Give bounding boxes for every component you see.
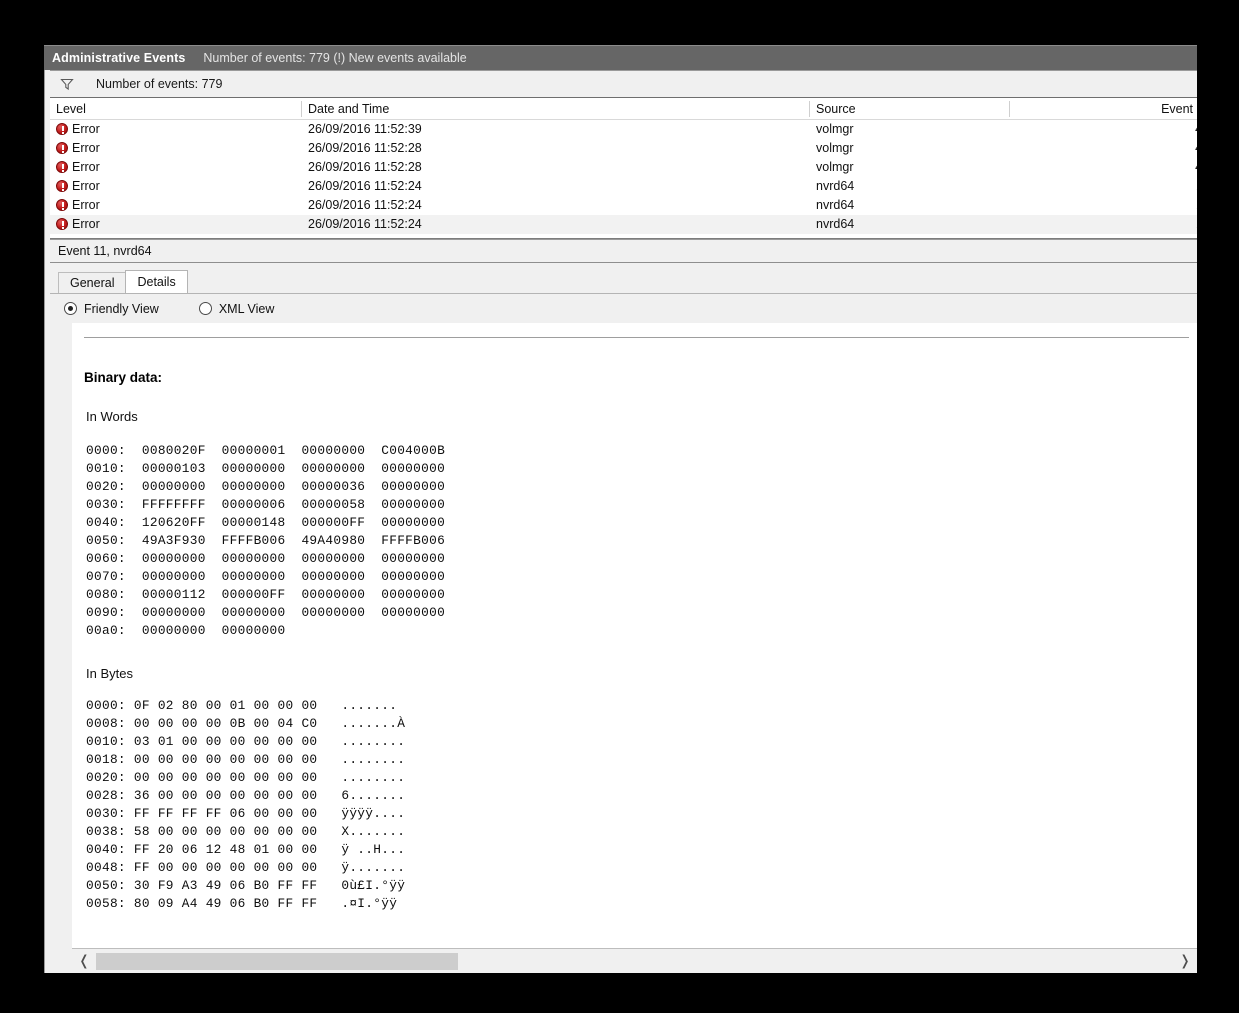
cell-source: nvrd64 — [816, 179, 855, 193]
cell-event-id: 45 — [1010, 158, 1197, 177]
error-icon — [56, 180, 68, 192]
column-header-level[interactable]: Level — [50, 98, 301, 120]
cell-date-and-time: 26/09/2016 11:52:24 — [308, 198, 422, 212]
cell-event-id: 45 — [1010, 120, 1197, 139]
cell-date-and-time: 26/09/2016 11:52:28 — [308, 160, 422, 174]
cell-date-and-time: 26/09/2016 11:52:24 — [308, 217, 422, 231]
level-label: Error — [72, 198, 100, 212]
cell-source: volmgr — [816, 141, 854, 155]
filter-event-count-label: Number of events: 779 — [96, 77, 223, 91]
friendly-view-content-pane[interactable]: Binary data: In Words 0000: 0080020F 000… — [72, 323, 1197, 948]
titlebar-title: Administrative Events — [52, 51, 186, 65]
cell-date-and-time: 26/09/2016 11:52:39 — [308, 122, 422, 136]
content-horizontal-scrollbar[interactable]: ❬ ❭ — [72, 948, 1197, 973]
cell-event-id: 11 — [1010, 177, 1197, 196]
cell-source: volmgr — [816, 122, 854, 136]
tab-details[interactable]: Details — [125, 270, 188, 293]
error-icon — [56, 161, 68, 173]
scroll-right-arrow-icon[interactable]: ❭ — [1173, 953, 1197, 969]
cell-source: nvrd64 — [816, 217, 855, 231]
cell-event-id: 46 — [1010, 139, 1197, 158]
error-icon — [56, 142, 68, 154]
scrollbar-thumb[interactable] — [96, 952, 458, 970]
events-grid: Level Date and Time Source Event ID Task… — [50, 98, 1197, 239]
radio-xml-view[interactable]: XML View — [198, 301, 275, 316]
table-row[interactable]: Error26/09/2016 11:52:28volmgr45None — [50, 158, 1197, 177]
cell-level: Error — [50, 139, 301, 158]
cell-level: Error — [50, 177, 301, 196]
level-label: Error — [72, 160, 100, 174]
events-grid-header: Level Date and Time Source Event ID Task… — [50, 98, 1197, 120]
cell-level: Error — [50, 158, 301, 177]
radio-dot-icon — [64, 302, 77, 315]
level-label: Error — [72, 122, 100, 136]
event-viewer-window: Administrative Events Number of events: … — [44, 45, 1197, 973]
tab-general[interactable]: General — [58, 272, 127, 293]
view-mode-radio-group: Friendly View XML View — [50, 293, 1197, 323]
administrative-events-titlebar: Administrative Events Number of events: … — [44, 45, 1197, 70]
event-detail-header: Event 11, nvrd64 — [50, 239, 1197, 263]
level-label: Error — [72, 217, 100, 231]
in-bytes-hexdump: 0000: 0F 02 80 00 01 00 00 00 ....... 00… — [86, 698, 406, 911]
titlebar-subtitle: Number of events: 779 (!) New events ava… — [203, 51, 467, 65]
in-words-heading: In Words — [86, 409, 138, 424]
level-label: Error — [72, 141, 100, 155]
in-bytes-heading: In Bytes — [86, 666, 133, 681]
cell-source: volmgr — [816, 160, 854, 174]
scroll-left-arrow-icon[interactable]: ❬ — [72, 953, 96, 969]
radio-friendly-view[interactable]: Friendly View — [64, 302, 159, 316]
content-divider — [84, 337, 1189, 338]
table-row[interactable]: Error26/09/2016 11:52:39volmgr45None — [50, 120, 1197, 139]
error-icon — [56, 199, 68, 211]
cell-date-and-time: 26/09/2016 11:52:28 — [308, 141, 422, 155]
cell-level: Error — [50, 215, 301, 234]
error-icon — [56, 123, 68, 135]
cell-event-id: 11 — [1010, 196, 1197, 215]
column-header-source[interactable]: Source — [810, 98, 1009, 120]
detail-tabstrip: General Details — [50, 270, 1197, 293]
event-detail-title: Event 11, nvrd64 — [58, 244, 152, 258]
filter-funnel-icon[interactable] — [60, 77, 74, 91]
column-header-event-id[interactable]: Event ID — [1010, 98, 1197, 120]
cell-level: Error — [50, 120, 301, 139]
filter-bar[interactable]: Number of events: 779 — [50, 70, 1197, 98]
column-header-date-and-time[interactable]: Date and Time — [302, 98, 809, 120]
table-row[interactable]: Error26/09/2016 11:52:28volmgr46None — [50, 139, 1197, 158]
radio-dot-icon — [198, 302, 212, 315]
cell-level: Error — [50, 196, 301, 215]
events-grid-body: Error26/09/2016 11:52:39volmgr45NoneErro… — [50, 120, 1197, 234]
radio-xml-view-label: XML View — [218, 301, 275, 316]
level-label: Error — [72, 179, 100, 193]
radio-friendly-view-label: Friendly View — [84, 301, 159, 316]
cell-date-and-time: 26/09/2016 11:52:24 — [308, 179, 422, 193]
table-row[interactable]: Error26/09/2016 11:52:24nvrd6411None — [50, 215, 1197, 234]
cell-event-id: 11 — [1010, 215, 1197, 234]
binary-data-heading: Binary data: — [84, 370, 163, 385]
table-row[interactable]: Error26/09/2016 11:52:24nvrd6411None — [50, 196, 1197, 215]
cell-source: nvrd64 — [816, 198, 855, 212]
scrollbar-track[interactable] — [96, 952, 1173, 970]
table-row[interactable]: Error26/09/2016 11:52:24nvrd6411None — [50, 177, 1197, 196]
in-words-hexdump: 0000: 0080020F 00000001 00000000 C004000… — [86, 443, 446, 638]
error-icon — [56, 218, 68, 230]
event-detail-tabzone: General Details Friendly View XML View B… — [50, 263, 1197, 973]
